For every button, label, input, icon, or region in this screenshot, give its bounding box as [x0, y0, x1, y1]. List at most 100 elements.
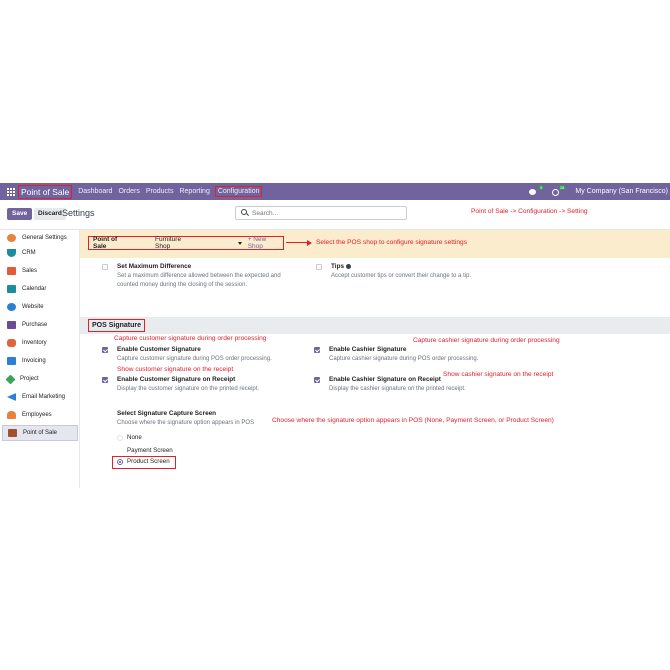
sidebar-item-label: Invoicing	[22, 358, 46, 364]
sidebar-item-inventory[interactable]: Inventory	[0, 335, 80, 351]
cashier-signature-desc: Capture cashier signature during POS ord…	[329, 356, 479, 362]
cashier-signature-checkbox[interactable]	[314, 347, 320, 353]
cashier-receipt-checkbox[interactable]	[314, 377, 320, 383]
customer-receipt-checkbox[interactable]	[102, 377, 108, 383]
radio-payment-label[interactable]: Payment Screen	[127, 447, 173, 454]
tips-checkbox[interactable]	[316, 264, 322, 270]
sidebar-item-label: Sales	[22, 268, 38, 274]
save-button[interactable]: Save	[7, 208, 33, 220]
customer-signature-title: Enable Customer Signature	[117, 346, 201, 353]
crm-icon	[7, 249, 16, 257]
activity-badge: 28	[558, 184, 566, 190]
shop-select-value[interactable]: Furniture Shop	[155, 236, 198, 250]
annotation-cashier-receipt: Show cashier signature on the receipt	[443, 371, 554, 378]
cashier-signature-title: Enable Cashier Signature	[329, 346, 407, 353]
menu-reporting[interactable]: Reporting	[179, 188, 209, 195]
sidebar-item-label: Employees	[22, 412, 52, 418]
menu-products[interactable]: Products	[146, 188, 174, 195]
arrow-line	[286, 242, 308, 244]
purchase-icon	[7, 321, 16, 329]
chevron-down-icon[interactable]	[237, 241, 242, 245]
sidebar-item-general-settings[interactable]: General Settings	[0, 230, 80, 246]
sidebar-item-website[interactable]: Website	[0, 299, 80, 315]
customer-signature-checkbox[interactable]	[102, 347, 108, 353]
sidebar-item-label: Website	[22, 304, 44, 310]
annotation-customer-capture: Capture customer signature during order …	[114, 335, 267, 342]
top-navbar: Point of Sale Dashboard Orders Products …	[0, 183, 670, 200]
navbar-systray: 9 28 My Company (San Francisco)	[529, 184, 670, 196]
customer-receipt-title: Enable Customer Signature on Receipt	[117, 376, 236, 383]
annotation-nav-path: Point of Sale -> Configuration -> Settin…	[471, 208, 588, 215]
search-box[interactable]	[235, 206, 407, 220]
invoicing-icon	[7, 357, 16, 365]
inventory-icon	[7, 339, 16, 347]
sales-icon	[7, 267, 16, 275]
max-difference-title: Set Maximum Difference	[117, 263, 192, 270]
email-marketing-icon	[7, 393, 16, 401]
annotation-shop-select: Select the POS shop to configure signatu…	[316, 239, 468, 246]
cashier-receipt-desc: Display the cashier signature on the pri…	[329, 386, 466, 392]
menu-dashboard[interactable]: Dashboard	[78, 188, 112, 195]
shop-selector-bar: Point of Sale Furniture Shop + New Shop …	[80, 230, 670, 258]
capture-screen-title: Select Signature Capture Screen	[117, 410, 217, 417]
calendar-icon	[7, 285, 16, 293]
sidebar-item-label: Purchase	[22, 322, 48, 328]
page-title: Settings	[62, 208, 95, 218]
tips-desc: Accept customer tips or convert their ch…	[331, 273, 472, 279]
new-shop-button[interactable]: + New Shop	[248, 236, 283, 250]
app-name[interactable]: Point of Sale	[18, 184, 73, 199]
arrow-head	[307, 240, 312, 246]
max-difference-checkbox[interactable]	[102, 264, 108, 270]
project-icon	[5, 374, 16, 384]
customer-receipt-desc: Display the customer signature on the pr…	[117, 386, 260, 392]
max-difference-desc-2: counted money during the closing of the …	[117, 282, 248, 288]
sidebar-item-email-marketing[interactable]: Email Marketing	[0, 389, 80, 405]
shop-label: Point of Sale	[93, 236, 118, 250]
shop-selector[interactable]: Point of Sale Furniture Shop + New Shop	[88, 236, 284, 250]
menu-configuration[interactable]: Configuration	[214, 186, 263, 197]
chat-icon[interactable]: 9	[529, 184, 544, 196]
tips-title: Tips	[331, 263, 352, 270]
gear-icon	[7, 234, 16, 242]
sidebar-item-purchase[interactable]: Purchase	[0, 317, 80, 333]
annotation-capture-screen: Choose where the signature option appear…	[272, 417, 554, 424]
help-icon[interactable]	[346, 263, 352, 269]
settings-main: Point of Sale Furniture Shop + New Shop …	[80, 230, 670, 488]
apps-grid-icon[interactable]	[7, 187, 15, 196]
sidebar-item-label: CRM	[22, 250, 36, 256]
annotation-cashier-capture: Capture cashier signature during order p…	[413, 337, 560, 344]
menu-orders[interactable]: Orders	[118, 188, 139, 195]
sidebar-item-sales[interactable]: Sales	[0, 263, 80, 279]
cashier-receipt-title: Enable Cashier Signature on Receipt	[329, 376, 441, 383]
customer-signature-desc: Capture customer signature during POS or…	[117, 356, 272, 362]
pos-signature-section-header: POS Signature	[80, 317, 670, 334]
sidebar-item-label: Calendar	[22, 286, 47, 292]
sidebar-item-employees[interactable]: Employees	[0, 407, 80, 423]
website-icon	[7, 303, 16, 311]
sidebar-item-calendar[interactable]: Calendar	[0, 281, 80, 297]
sidebar-item-point-of-sale[interactable]: Point of Sale	[2, 425, 78, 441]
settings-sidebar: General Settings CRM Sales Calendar Webs…	[0, 230, 80, 488]
sidebar-item-label: Inventory	[22, 340, 47, 346]
sidebar-item-label: Email Marketing	[22, 394, 66, 400]
app-frame: Point of Sale Dashboard Orders Products …	[0, 183, 670, 488]
radio-none[interactable]	[117, 435, 123, 441]
employees-icon	[7, 411, 16, 419]
search-icon	[241, 209, 249, 217]
radio-product-label[interactable]: Product Screen	[127, 458, 170, 465]
sidebar-item-invoicing[interactable]: Invoicing	[0, 353, 80, 369]
sidebar-item-crm[interactable]: CRM	[0, 245, 80, 261]
sidebar-item-label: Project	[20, 376, 39, 382]
radio-product-screen[interactable]	[117, 459, 123, 465]
sidebar-item-label: Point of Sale	[23, 430, 58, 436]
pos-icon	[8, 429, 17, 437]
activity-clock-icon[interactable]: 28	[551, 184, 566, 196]
control-panel: Save Discard Settings Point of Sale -> C…	[0, 200, 670, 230]
sidebar-item-label: General Settings	[22, 235, 67, 241]
sidebar-item-project[interactable]: Project	[0, 371, 80, 387]
radio-none-label[interactable]: None	[127, 434, 142, 441]
search-input[interactable]	[252, 209, 392, 217]
annotation-customer-receipt: Show customer signature on the receipt	[117, 366, 234, 373]
company-switcher[interactable]: My Company (San Francisco)	[575, 188, 668, 195]
chat-badge: 9	[539, 184, 544, 190]
